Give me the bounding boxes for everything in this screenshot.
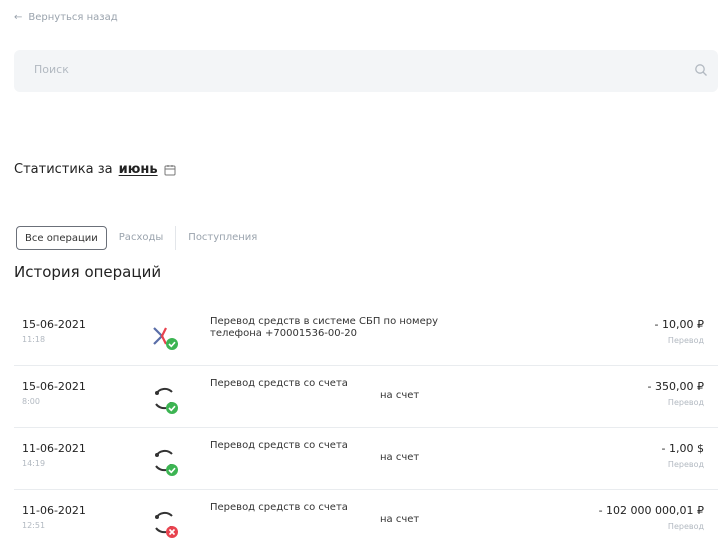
operation-category: Перевод bbox=[667, 398, 704, 407]
operation-category: Перевод bbox=[667, 522, 704, 531]
statistics-prefix: Статистика за bbox=[14, 162, 113, 177]
operations-list: 15-06-2021 11:18 Перевод средств в систе… bbox=[14, 306, 718, 546]
operation-category: Перевод bbox=[667, 336, 704, 345]
operation-row[interactable]: 11-06-2021 12:51 Перевод средств со счет… bbox=[14, 492, 718, 546]
tab-expenses[interactable]: Расходы bbox=[107, 226, 176, 250]
operation-time: 8:00 bbox=[22, 397, 40, 406]
operation-amount: - 102 000 000,01 ₽ bbox=[598, 504, 704, 517]
operation-row[interactable]: 15-06-2021 8:00 Перевод средств со счета… bbox=[14, 368, 718, 428]
operation-description: Перевод средств в системе СБП по номеру … bbox=[210, 316, 530, 340]
calendar-icon[interactable] bbox=[164, 164, 176, 176]
description-line-2: на счет bbox=[380, 514, 420, 525]
success-status-icon bbox=[166, 402, 178, 414]
description-line-2: на счет bbox=[380, 452, 420, 463]
operation-description: Перевод средств со счета на счет bbox=[210, 502, 530, 526]
month-selector[interactable]: июнь bbox=[119, 162, 158, 177]
description-line-1: Перевод средств со счета bbox=[210, 440, 348, 451]
transfer-icon bbox=[155, 387, 178, 414]
operation-row[interactable]: 11-06-2021 14:19 Перевод средств со счет… bbox=[14, 430, 718, 490]
operation-row[interactable]: 15-06-2021 11:18 Перевод средств в систе… bbox=[14, 306, 718, 366]
operation-amount: - 1,00 $ bbox=[661, 442, 704, 455]
operation-description: Перевод средств со счета на счет bbox=[210, 378, 530, 402]
operation-description: Перевод средств со счета на счет bbox=[210, 440, 530, 464]
operation-date: 11-06-2021 bbox=[22, 442, 86, 455]
operation-time: 14:19 bbox=[22, 459, 46, 468]
back-link[interactable]: ← Вернуться назад bbox=[14, 12, 118, 23]
description-line-1: Перевод средств в системе СБП по номеру bbox=[210, 316, 438, 327]
arrow-left-icon: ← bbox=[14, 12, 23, 23]
operation-amount: - 10,00 ₽ bbox=[654, 318, 704, 331]
description-line-1: Перевод средств со счета bbox=[210, 378, 348, 389]
sbp-icon bbox=[153, 327, 178, 350]
success-status-icon bbox=[166, 464, 178, 476]
description-line-2: телефона +70001536-00-20 bbox=[210, 328, 357, 339]
operation-amount: - 350,00 ₽ bbox=[647, 380, 704, 393]
operation-date: 15-06-2021 bbox=[22, 318, 86, 331]
operation-date: 15-06-2021 bbox=[22, 380, 86, 393]
tab-all-operations[interactable]: Все операции bbox=[16, 226, 107, 250]
transfer-icon bbox=[155, 449, 178, 476]
statistics-header: Статистика за июнь bbox=[14, 162, 176, 177]
back-label: Вернуться назад bbox=[28, 12, 118, 23]
description-line-1: Перевод средств со счета bbox=[210, 502, 348, 513]
history-title: История операций bbox=[14, 263, 162, 281]
operation-date: 11-06-2021 bbox=[22, 504, 86, 517]
search-input[interactable]: Поиск bbox=[14, 50, 718, 92]
operation-filter-tabs: Все операции Расходы Поступления bbox=[16, 226, 269, 250]
operation-time: 12:51 bbox=[22, 521, 46, 530]
search-placeholder: Поиск bbox=[34, 63, 69, 76]
tab-income[interactable]: Поступления bbox=[175, 226, 269, 250]
transfer-icon bbox=[155, 511, 178, 538]
description-line-2: на счет bbox=[380, 390, 420, 401]
operation-category: Перевод bbox=[667, 460, 704, 469]
operation-time: 11:18 bbox=[22, 335, 46, 344]
search-icon bbox=[695, 64, 707, 76]
success-status-icon bbox=[166, 338, 178, 350]
